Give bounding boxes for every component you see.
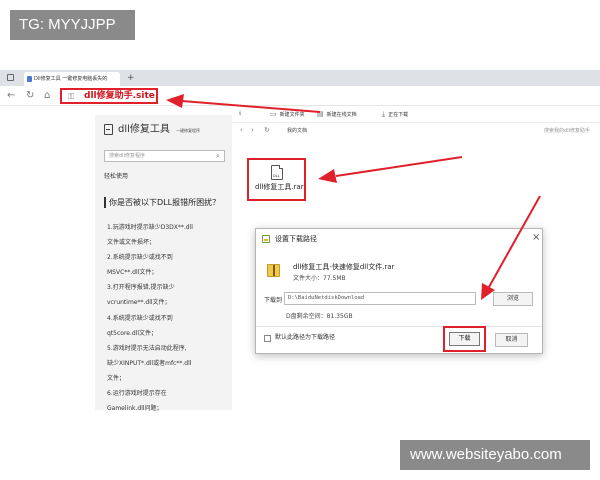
download-highlight: 下载 (443, 326, 486, 352)
archive-icon (267, 264, 280, 277)
new-tab-button[interactable]: + (127, 72, 135, 84)
list-item: 5.游戏时提示无法启动此程序, (107, 344, 187, 352)
navigation-bar: ← ↻ ⌂ ⚿ dll修复助手.site (0, 86, 600, 106)
sidebar-list: 1.玩游戏时提示缺少D3DX**.dll 文件或文件损坏； 2.系统提示缺少或找… (107, 220, 229, 416)
breadcrumb[interactable]: 我的文档 (287, 127, 307, 135)
browser-tab[interactable]: Dll修复工具 一键修复电脑丢失的 × (24, 72, 120, 86)
download-path-dialog: 设置下载路径 × dll修复工具-快速修复dll文件.rar 文件大小：77.5… (255, 228, 543, 354)
address-url[interactable]: dll修复助手.site (84, 91, 155, 102)
list-item: 3.打开程序报错,提示缺少 (107, 284, 175, 292)
list-item: 缺少XINPUT*.dll或者mfc**.dll (107, 359, 192, 367)
default-path-checkbox[interactable] (264, 335, 271, 342)
folder-icon: ▭ (270, 110, 277, 118)
close-icon[interactable]: × (532, 232, 540, 243)
disk-free-space: D盘剩余空间：81.35GB (286, 313, 353, 320)
file-icon: DLL (271, 165, 283, 180)
path-bar: ‹ › ↻ 我的文档 搜索我的dll修复助手 (232, 123, 600, 139)
dialog-file-name: dll修复工具-快速修复dll文件.rar (293, 263, 395, 271)
list-item: MSVC**.dll文件； (107, 269, 158, 277)
refresh-icon[interactable]: ↻ (264, 126, 270, 135)
list-item: 6.运行游戏时提示存在 (107, 390, 167, 398)
favicon-icon (27, 76, 32, 82)
path-label: 下载到 (264, 297, 283, 304)
address-bar[interactable]: ⚿ dll修复助手.site (60, 88, 158, 104)
home-icon[interactable]: ⌂ (44, 89, 50, 102)
list-item: 4.系统提示缺少或找不到 (107, 314, 173, 322)
downloading-button[interactable]: ⤓ 正在下载 (382, 110, 408, 119)
browse-button[interactable]: 浏览 (493, 292, 533, 306)
download-icon: ⤓ (382, 110, 386, 118)
refresh-icon[interactable]: ↻ (26, 89, 34, 102)
file-toolbar: ⇧ ▭ 新建文件夹 ▤ 新建在线文档 ⤓ 正在下载 (232, 106, 600, 123)
forward-icon[interactable]: › (251, 126, 254, 135)
new-folder-button[interactable]: ▭ 新建文件夹 (270, 110, 305, 119)
screenshot-page: TG: MYYJJPP Dll修复工具 一键修复电脑丢失的 × + ← ↻ ⌂ … (0, 0, 600, 480)
list-item: qt5core.dll文件； (107, 329, 158, 337)
upload-icon[interactable]: ⇧ (238, 110, 242, 118)
search-placeholder: 搜索dll修复程序 (109, 153, 145, 159)
back-icon[interactable]: ← (7, 89, 15, 102)
download-path-field[interactable]: D:\BaiduNetdiskDownload (284, 292, 476, 305)
sidebar-subtitle: 一键修复程序 (176, 128, 200, 133)
back-icon[interactable]: ‹ (240, 126, 243, 135)
path-search-input[interactable]: 搜索我的dll修复助手 (544, 127, 590, 135)
sidebar-title: dll修复工具 (118, 124, 170, 135)
file-icon-label: DLL (273, 174, 280, 178)
search-icon[interactable]: ⌕ (216, 152, 220, 160)
lock-icon: ⚿ (68, 92, 75, 101)
tab-menu-icon[interactable] (7, 74, 14, 81)
new-online-doc-button[interactable]: ▤ 新建在线文档 (317, 110, 357, 119)
downloading-label: 正在下载 (388, 112, 409, 118)
dialog-title: 设置下载路径 (275, 235, 317, 243)
cancel-button[interactable]: 取消 (495, 333, 528, 347)
list-item: 文件或文件损坏； (107, 239, 156, 247)
watermark-top: TG: MYYJJPP (10, 10, 135, 40)
tab-title: Dll修复工具 一键修复电脑丢失的 (34, 76, 108, 82)
default-path-label[interactable]: 默认此路径为下载路径 (275, 333, 335, 342)
new-folder-label: 新建文件夹 (279, 112, 305, 118)
rar-file-item[interactable]: DLL dll修复工具.rar (247, 158, 306, 201)
list-item: 文件； (107, 374, 126, 382)
list-item: vcruntime**.dll文件； (107, 299, 171, 307)
dialog-app-icon (262, 235, 270, 243)
sidebar-section-label[interactable]: 轻松使用 (104, 173, 128, 181)
sidebar-heading: 你是否被以下DLL报错所困扰？ (104, 197, 229, 208)
file-name[interactable]: dll修复工具.rar (255, 183, 304, 192)
new-online-doc-label: 新建在线文档 (326, 112, 357, 118)
document-icon: ▤ (317, 110, 324, 118)
file-fold (279, 165, 283, 169)
watermark-bottom: www.websiteyabo.com (400, 440, 590, 470)
sidebar-search-input[interactable]: 搜索dll修复程序 ⌕ (104, 150, 225, 162)
list-item: Gamelink.dll问题； (107, 405, 163, 413)
tab-bar: Dll修复工具 一键修复电脑丢失的 × + (0, 70, 600, 86)
download-button[interactable]: 下载 (449, 332, 480, 346)
list-item: 1.玩游戏时提示缺少D3DX**.dll (107, 224, 193, 231)
dialog-file-size: 文件大小：77.5MB (293, 275, 346, 282)
file-logo-icon (104, 124, 113, 135)
sidebar: dll修复工具 一键修复程序 搜索dll修复程序 ⌕ 轻松使用 你是否被以下DL… (95, 115, 232, 412)
list-item: 2.系统提示缺少或找不到 (107, 254, 173, 262)
dialog-divider (256, 326, 542, 327)
